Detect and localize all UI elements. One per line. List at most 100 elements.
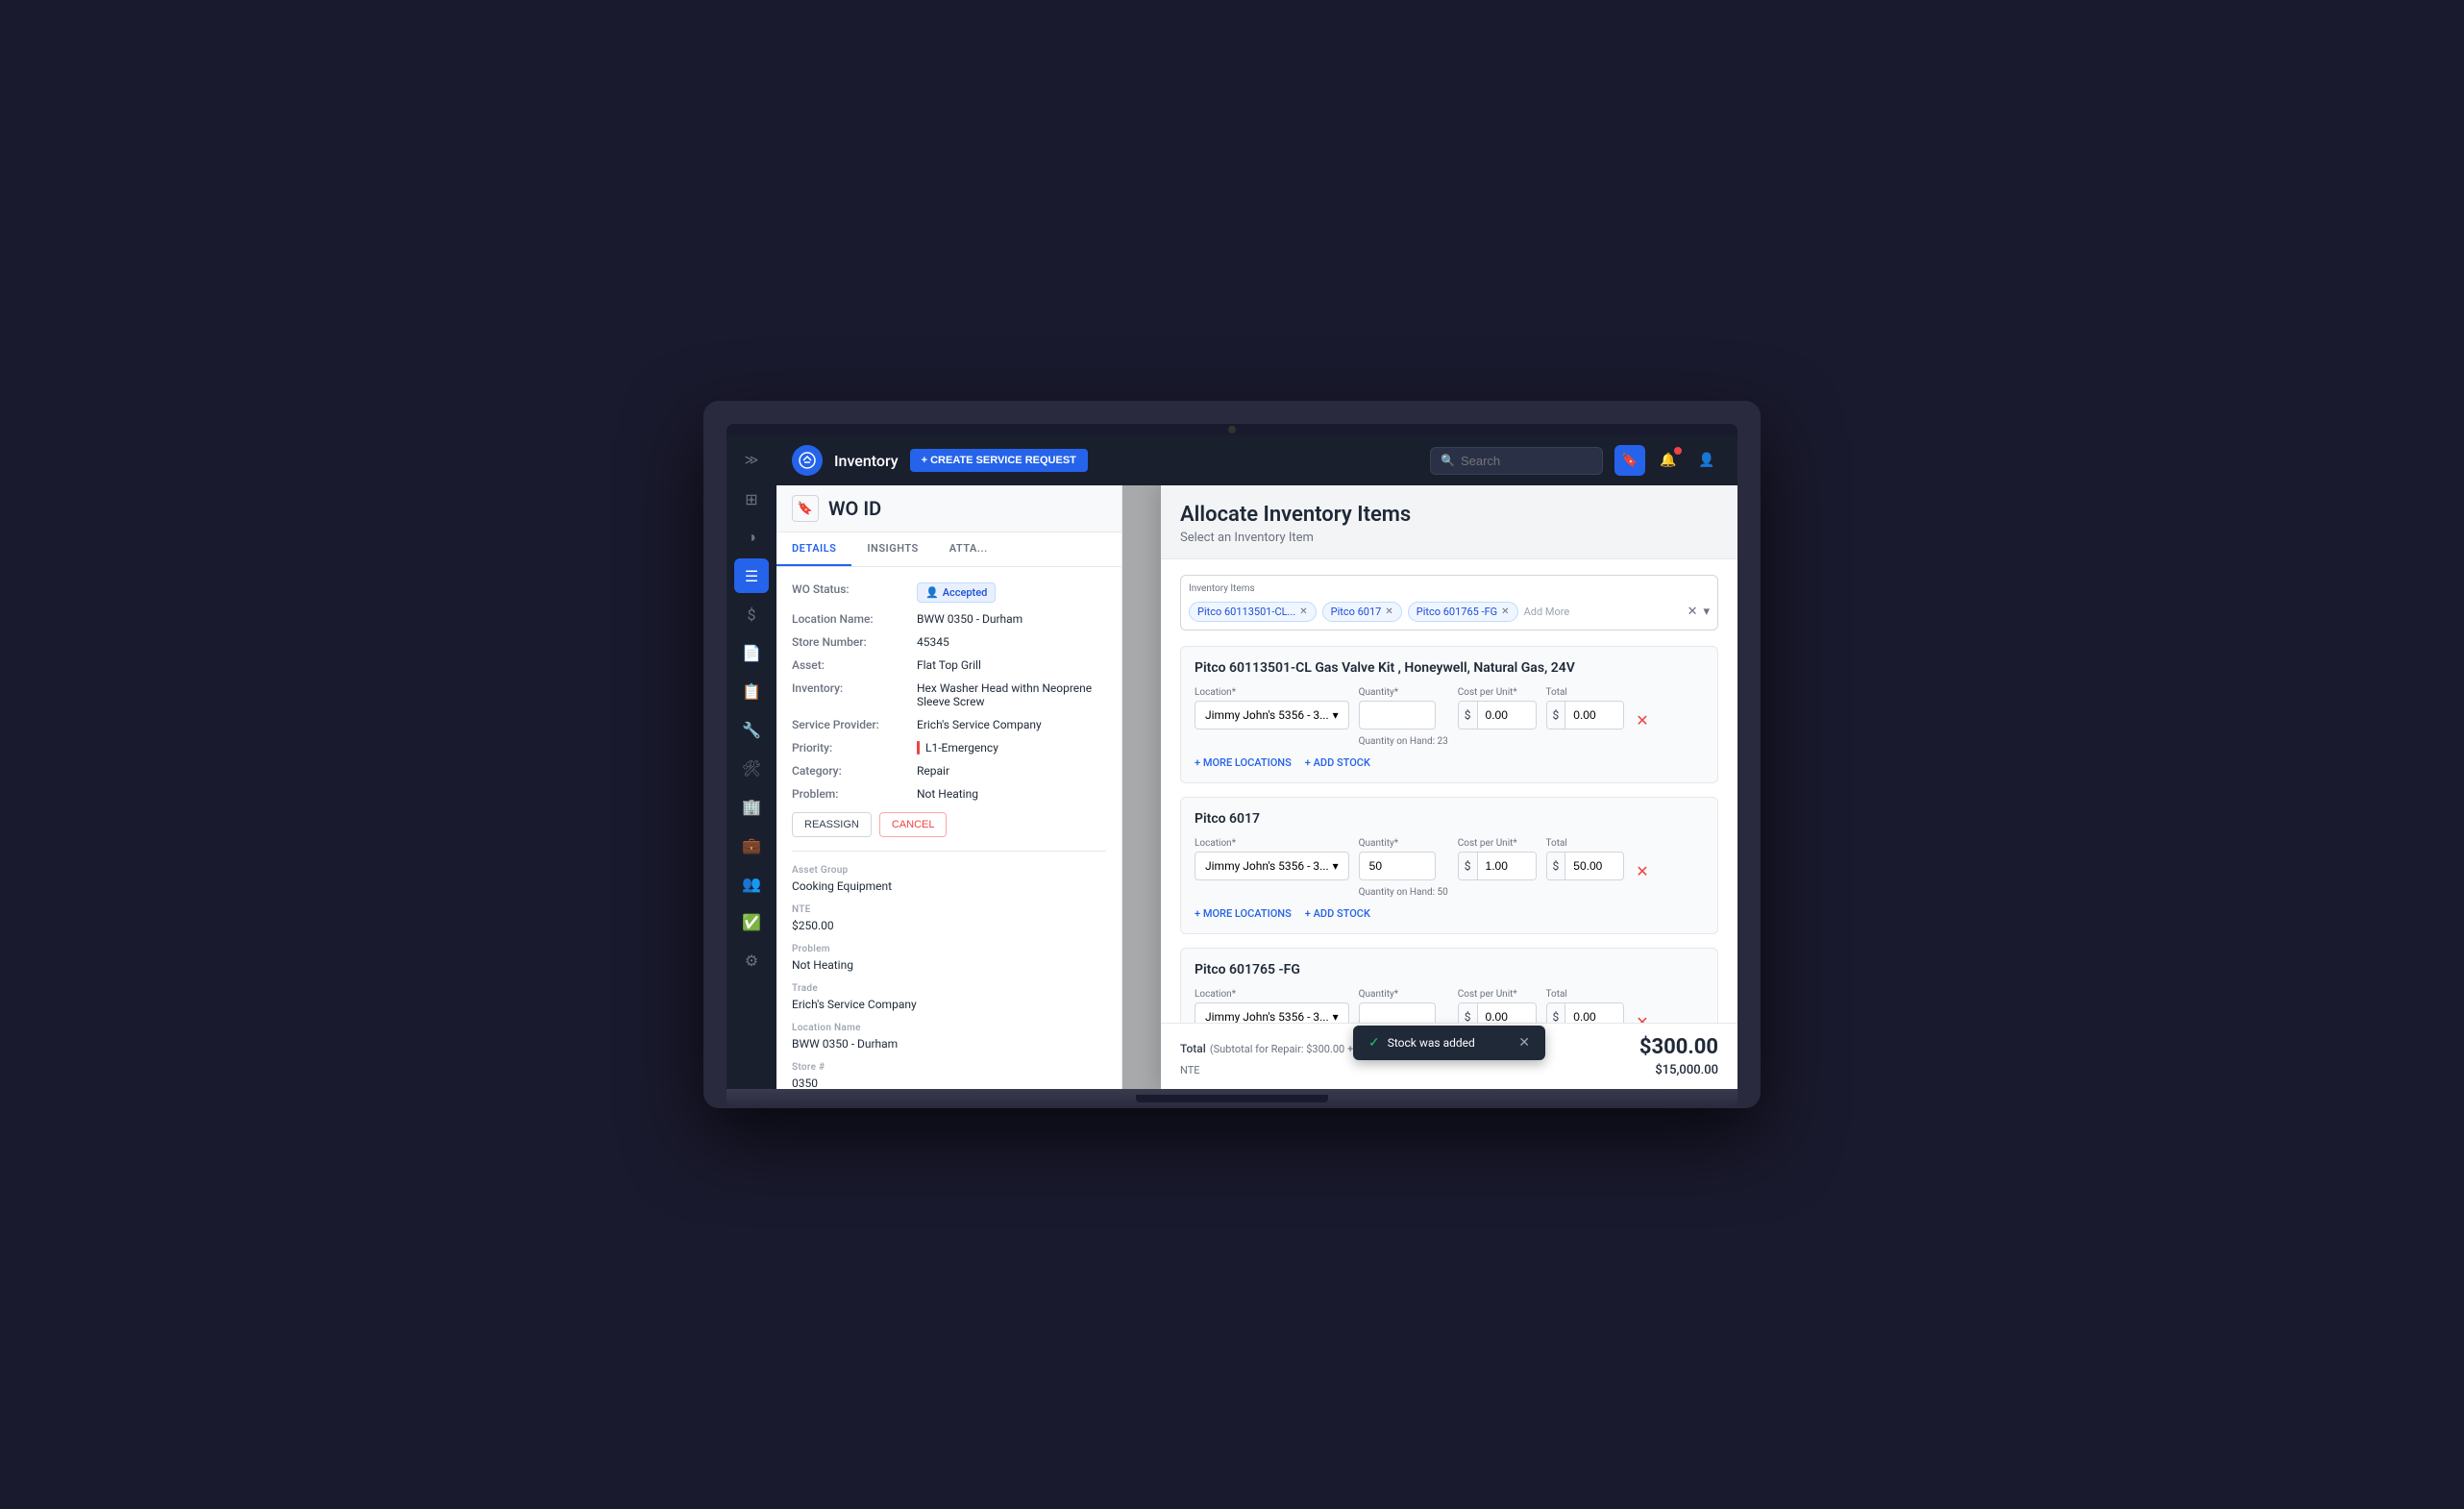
notification-icon[interactable]: 🔔 (1653, 445, 1684, 476)
section-1-location-select[interactable]: Jimmy John's 5356 - 3... ▾ (1195, 701, 1349, 730)
section-2-more-locations[interactable]: + MORE LOCATIONS (1195, 907, 1292, 920)
section-1-cost-label: Cost per Unit* (1458, 687, 1537, 698)
tag-1-remove[interactable]: ✕ (1299, 606, 1307, 617)
nte-value: $250.00 (792, 919, 1106, 932)
cancel-button[interactable]: CANCEL (879, 812, 948, 837)
store-number-value: 45345 (917, 635, 949, 649)
section-1-more-locations[interactable]: + MORE LOCATIONS (1195, 756, 1292, 769)
sidebar: ≫ ⊞ ◑ ☰ $ 📄 📋 🔧 🛠 🏢 💼 👥 ✅ ⚙ (727, 435, 776, 1089)
problem-section-label: Problem (792, 944, 1106, 954)
bookmark-nav-icon[interactable]: 🔖 (1614, 445, 1645, 476)
tab-details[interactable]: DETAILS (776, 532, 851, 566)
tag-2-remove[interactable]: ✕ (1385, 606, 1392, 617)
section-3-total-group: Total $ (1546, 989, 1625, 1023)
section-3-total-label: Total (1546, 989, 1625, 1000)
section-1-remove-button[interactable]: ✕ (1634, 709, 1650, 731)
section-2-quantity-input[interactable] (1359, 852, 1436, 880)
section-1-add-stock[interactable]: + ADD STOCK (1305, 756, 1370, 769)
location-section-value: BWW 0350 - Durham (792, 1037, 1106, 1051)
clear-tags-icon[interactable]: ✕ (1688, 605, 1698, 619)
app-logo (792, 445, 823, 476)
search-icon: 🔍 (1441, 454, 1455, 467)
section-2-cost-group: Cost per Unit* $ (1458, 838, 1537, 880)
section-3-remove-button[interactable]: ✕ (1634, 1011, 1650, 1024)
category-label: Category: (792, 764, 917, 778)
section-1-quantity-label: Quantity* (1359, 687, 1448, 698)
wo-status-row: WO Status: 👤 Accepted (792, 582, 1106, 603)
modal-title: Allocate Inventory Items (1180, 503, 1718, 527)
problem-value: Not Heating (917, 787, 978, 801)
app-title: Inventory (834, 452, 899, 470)
tag-3-remove[interactable]: ✕ (1501, 606, 1509, 617)
sidebar-item-dollar[interactable]: $ (734, 597, 769, 631)
details-content: WO Status: 👤 Accepted Location Name: BWW… (776, 567, 1121, 1089)
section-1-location-label: Location* (1195, 687, 1349, 698)
section-2-cost-label: Cost per Unit* (1458, 838, 1537, 849)
sidebar-item-wrench[interactable]: 🔧 (734, 712, 769, 747)
section-2-title: Pitco 6017 (1195, 811, 1704, 827)
section-2-add-stock[interactable]: + ADD STOCK (1305, 907, 1370, 920)
search-input[interactable] (1461, 454, 1592, 468)
section-1-cost-prefix: $ (1459, 702, 1478, 729)
section-3-quantity-input[interactable] (1359, 1002, 1436, 1023)
reassign-button[interactable]: REASSIGN (792, 812, 872, 837)
sidebar-item-clipboard[interactable]: 📋 (734, 674, 769, 708)
section-1-cost-input-container: $ (1458, 701, 1537, 730)
sidebar-item-settings[interactable]: ⚙ (734, 943, 769, 977)
problem-section-value: Not Heating (792, 958, 1106, 972)
tag-1-label: Pitco 60113501-CL... (1197, 606, 1295, 618)
section-2-quantity-group: Quantity* Quantity on Hand: 50 (1359, 838, 1448, 898)
section-2-total-container: $ (1546, 852, 1625, 880)
section-2-location-select[interactable]: Jimmy John's 5356 - 3... ▾ (1195, 852, 1349, 880)
section-1-title: Pitco 60113501-CL Gas Valve Kit , Honeyw… (1195, 660, 1704, 676)
section-1-cost-input[interactable] (1478, 702, 1536, 729)
section-1-total-input[interactable] (1565, 702, 1623, 729)
tab-insights[interactable]: INSIGHTS (851, 532, 933, 566)
wo-status-badge: 👤 Accepted (917, 582, 996, 603)
section-1-quantity-group: Quantity* Quantity on Hand: 23 (1359, 687, 1448, 747)
section-3-location-select[interactable]: Jimmy John's 5356 - 3... ▾ (1195, 1002, 1349, 1023)
sidebar-collapse-icon[interactable]: ≫ (734, 443, 769, 478)
asset-group-value: Cooking Equipment (792, 879, 1106, 893)
location-section-label: Location Name (792, 1023, 1106, 1033)
add-more-button[interactable]: Add More (1524, 606, 1570, 618)
item-section-2: Pitco 6017 Location* Jimmy John's 5356 -… (1180, 797, 1718, 934)
sidebar-item-document[interactable]: 📄 (734, 635, 769, 670)
sidebar-item-inventory[interactable]: ☰ (734, 558, 769, 593)
inventory-row: Inventory: Hex Washer Head withn Neopren… (792, 681, 1106, 708)
section-3-total-container: $ (1546, 1002, 1625, 1023)
section-2-cost-input[interactable] (1478, 853, 1536, 879)
sidebar-item-chart[interactable]: ◑ (734, 520, 769, 555)
section-1-quantity-input[interactable] (1359, 701, 1436, 730)
tab-attachments[interactable]: ATTA... (934, 532, 1003, 566)
sidebar-item-people[interactable]: 👥 (734, 866, 769, 901)
section-1-location-value: Jimmy John's 5356 - 3... (1205, 708, 1329, 722)
toast-close-button[interactable]: ✕ (1518, 1035, 1530, 1051)
bookmark-icon[interactable]: 🔖 (792, 495, 819, 522)
user-icon[interactable]: 👤 (1691, 445, 1722, 476)
section-2-location-label: Location* (1195, 838, 1349, 849)
chevron-down-icon[interactable]: ▾ (1703, 605, 1710, 619)
section-3-cost-input[interactable] (1478, 1003, 1536, 1023)
toast-message: Stock was added (1388, 1036, 1475, 1050)
section-1-total-label: Total (1546, 687, 1625, 698)
location-name-value: BWW 0350 - Durham (917, 612, 1023, 626)
sidebar-item-checklist[interactable]: ✅ (734, 904, 769, 939)
section-2-total-label: Total (1546, 838, 1625, 849)
sidebar-item-grid[interactable]: ⊞ (734, 482, 769, 516)
sidebar-item-tools[interactable]: 🛠 (734, 751, 769, 785)
section-3-title: Pitco 601765 -FG (1195, 962, 1704, 977)
priority-label: Priority: (792, 741, 917, 754)
section-2-cost-input-container: $ (1458, 852, 1537, 880)
footer-total-value: $300.00 (1639, 1035, 1718, 1059)
priority-value: L1-Emergency (917, 741, 998, 754)
section-2-total-input[interactable] (1565, 853, 1623, 879)
person-icon: 👤 (925, 586, 939, 599)
sidebar-item-briefcase[interactable]: 💼 (734, 828, 769, 862)
sidebar-item-building[interactable]: 🏢 (734, 789, 769, 824)
section-1-total-group: Total $ (1546, 687, 1625, 730)
section-3-total-input[interactable] (1565, 1003, 1623, 1023)
create-service-request-button[interactable]: + CREATE SERVICE REQUEST (910, 449, 1088, 472)
section-2-remove-button[interactable]: ✕ (1634, 860, 1650, 882)
toast: ✓ Stock was added ✕ (1353, 1026, 1545, 1060)
